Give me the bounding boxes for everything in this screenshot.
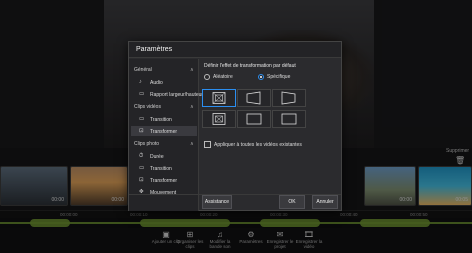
sidebar-item-label: Transition — [150, 165, 172, 172]
transition-icon: ▭ — [139, 165, 145, 171]
radio-dot — [258, 74, 264, 80]
sidebar-item-label: Durée — [150, 153, 164, 160]
footer-divider — [129, 194, 341, 195]
sidebar-item-movement[interactable]: ✥ Mouvement — [131, 187, 197, 197]
transform-option-fit[interactable] — [272, 110, 306, 128]
radio-specific[interactable]: Spécifique — [258, 73, 308, 81]
transform-icon: ⊡ — [139, 128, 144, 134]
radio-label: Spécifique — [267, 74, 291, 80]
aspect-ratio-icon: ▭ — [139, 91, 145, 97]
transform-option-zoom-out[interactable] — [202, 110, 236, 128]
section-header-video-clips: Clips vidéos — [134, 104, 161, 110]
sidebar-item-aspect-ratio[interactable]: ▭ Rapport largeur/hauteur — [131, 89, 203, 99]
settings-content: Définir l'effet de transformation par dé… — [201, 59, 341, 211]
frame-icon — [281, 113, 297, 125]
transform-option-pan-left[interactable] — [237, 89, 271, 107]
sidebar-item-label: Transition — [150, 116, 172, 123]
section-header-photo-clips: Clips photo — [134, 141, 160, 147]
sidebar-item-label: Transformer — [150, 177, 178, 184]
chevron-up-icon[interactable]: ∧ — [190, 67, 194, 73]
sidebar-item-label: Transformer — [150, 128, 178, 135]
sidebar-item-label: Audio — [150, 79, 163, 86]
music-note-icon: ♪ — [139, 79, 142, 85]
sidebar-item-photo-transition[interactable]: ▭ Transition — [131, 163, 197, 173]
apply-all-label: Appliquer à toutes les vidéos existantes — [214, 142, 302, 148]
sidebar-item-video-transition[interactable]: ▭ Transition — [131, 114, 197, 124]
radio-label: Aléatoire — [213, 74, 233, 80]
pan-left-icon — [246, 91, 261, 105]
settings-sidebar: Général ∧ ♪ Audio ▭ Rapport largeur/haut… — [129, 59, 203, 211]
transform-option-none[interactable] — [237, 110, 271, 128]
sidebar-item-audio[interactable]: ♪ Audio — [131, 77, 197, 87]
radio-dot — [204, 74, 210, 80]
duration-icon: ⏱ — [139, 153, 144, 159]
transition-icon: ▭ — [139, 116, 145, 122]
transform-option-zoom-in[interactable] — [202, 89, 236, 107]
zoom-in-icon — [212, 92, 226, 104]
sidebar-item-photo-transform[interactable]: ⊡ Transformer — [131, 175, 197, 185]
radio-random[interactable]: Aléatoire — [204, 73, 254, 81]
transform-option-pan-right[interactable] — [272, 89, 306, 107]
chevron-up-icon[interactable]: ∧ — [190, 104, 194, 110]
settings-dialog: Paramètres Général ∧ ♪ Audio ▭ Rapport l… — [128, 41, 342, 211]
frame-icon — [246, 113, 262, 125]
assistance-button[interactable]: Assistance — [202, 195, 232, 209]
chevron-up-icon[interactable]: ∧ — [190, 141, 194, 147]
sidebar-item-label: Rapport largeur/hauteur — [150, 91, 204, 98]
dialog-title: Paramètres — [136, 46, 173, 53]
transform-options-grid — [202, 89, 339, 131]
apply-all-checkbox[interactable] — [204, 141, 211, 148]
section-header-general: Général — [134, 67, 152, 73]
section-heading: Définir l'effet de transformation par dé… — [204, 63, 296, 69]
sidebar-item-video-transform[interactable]: ⊡ Transformer — [131, 126, 197, 136]
pan-right-icon — [281, 91, 296, 105]
transform-icon: ⊡ — [139, 177, 144, 183]
zoom-out-icon — [212, 113, 226, 125]
ok-button[interactable]: OK — [279, 195, 305, 209]
sidebar-item-duration[interactable]: ⏱ Durée — [131, 151, 197, 161]
cancel-button[interactable]: Annuler — [312, 195, 338, 209]
